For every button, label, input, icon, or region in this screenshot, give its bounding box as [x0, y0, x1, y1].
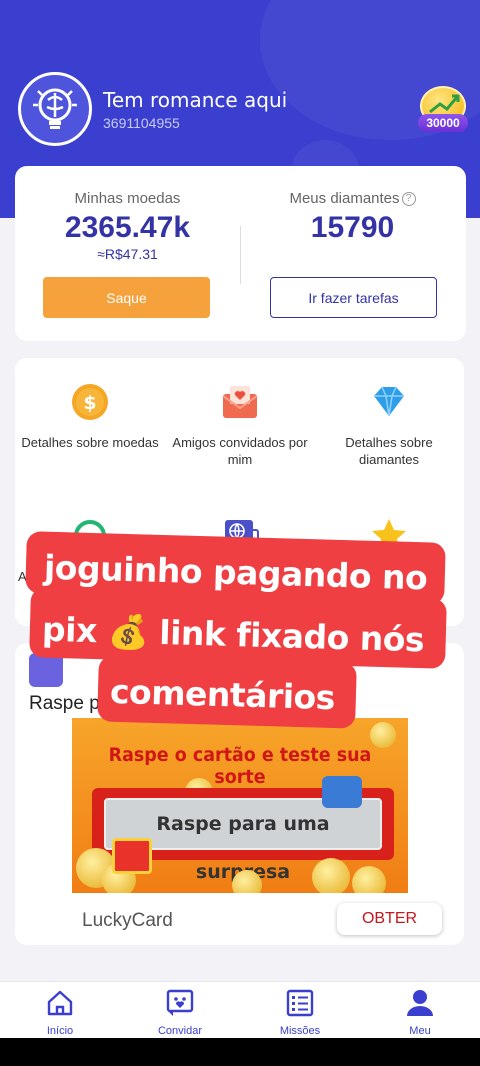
- user-id: 3691104955: [103, 115, 180, 131]
- tab-missions[interactable]: Missões: [260, 988, 340, 1037]
- diamonds-title: Meus diamantes: [289, 190, 400, 207]
- tab-profile[interactable]: Meu: [380, 988, 460, 1037]
- tab-label: Convidar: [157, 1025, 203, 1037]
- dollar-coin-icon: $: [70, 382, 110, 422]
- gift-box-icon: [112, 838, 152, 874]
- withdraw-button[interactable]: Saque: [43, 277, 210, 318]
- card-name: LuckyCard: [82, 910, 173, 931]
- coin-decoration: [312, 858, 350, 893]
- user-name: Tem romance aqui: [103, 88, 288, 112]
- diamonds-value: 15790: [310, 211, 395, 244]
- promo-overlay: joguinho pagando no pix 💰 link fixado nó…: [24, 531, 448, 729]
- profile-icon: [407, 990, 433, 1016]
- system-navigation-bar: [0, 1038, 480, 1066]
- bottom-tab-bar: Início Convidar Missões Meu: [0, 981, 480, 1038]
- tab-label: Meu: [409, 1025, 431, 1037]
- menu-item-label: Detalhes sobre diamantes: [345, 435, 433, 467]
- tab-home[interactable]: Início: [20, 988, 100, 1037]
- coin-goal-badge[interactable]: 30000: [418, 86, 468, 132]
- coin-decoration: [352, 866, 386, 893]
- get-button[interactable]: OBTER: [337, 903, 442, 935]
- envelope-heart-icon: [220, 382, 260, 422]
- gem-chest-icon: [322, 776, 362, 808]
- coin-decoration: [232, 870, 262, 893]
- menu-item-label: Detalhes sobre moedas: [21, 435, 159, 450]
- coins-brl-value: ≈R$47.31: [97, 246, 158, 262]
- avatar[interactable]: [18, 72, 92, 146]
- brain-bulb-icon: [33, 88, 77, 129]
- coins-column: Minhas moedas 2365.47k ≈R$47.31: [15, 166, 240, 262]
- help-icon[interactable]: ?: [401, 192, 416, 206]
- scratch-card-banner[interactable]: Raspe o cartão e teste sua sorte Raspe p…: [72, 718, 408, 893]
- diamonds-column: Meus diamantes? 15790: [240, 166, 465, 245]
- svg-text:$: $: [83, 392, 96, 414]
- coins-value: 2365.47k: [64, 211, 191, 244]
- home-icon: [47, 990, 73, 1016]
- coins-title: Minhas moedas: [74, 190, 181, 207]
- menu-item-diamond-details[interactable]: Detalhes sobre diamantes: [314, 382, 464, 468]
- diamond-icon: [369, 382, 409, 422]
- tab-invite[interactable]: Convidar: [140, 988, 220, 1037]
- wallet-card: Minhas moedas 2365.47k ≈R$47.31 Meus dia…: [15, 166, 466, 341]
- tab-label: Início: [46, 1025, 74, 1037]
- badge-value: 30000: [418, 114, 468, 132]
- missions-icon: [286, 989, 314, 1017]
- menu-item-label: Amigos convidados por mim: [172, 435, 308, 467]
- menu-item-coin-details[interactable]: $ Detalhes sobre moedas: [15, 382, 165, 451]
- overlay-line-3: comentários: [109, 671, 336, 718]
- invite-icon: [166, 989, 194, 1016]
- tab-label: Missões: [279, 1025, 321, 1037]
- go-to-tasks-button[interactable]: Ir fazer tarefas: [270, 277, 437, 318]
- diamonds-title-row: Meus diamantes?: [240, 190, 465, 207]
- menu-item-invited-friends[interactable]: Amigos convidados por mim: [165, 382, 315, 468]
